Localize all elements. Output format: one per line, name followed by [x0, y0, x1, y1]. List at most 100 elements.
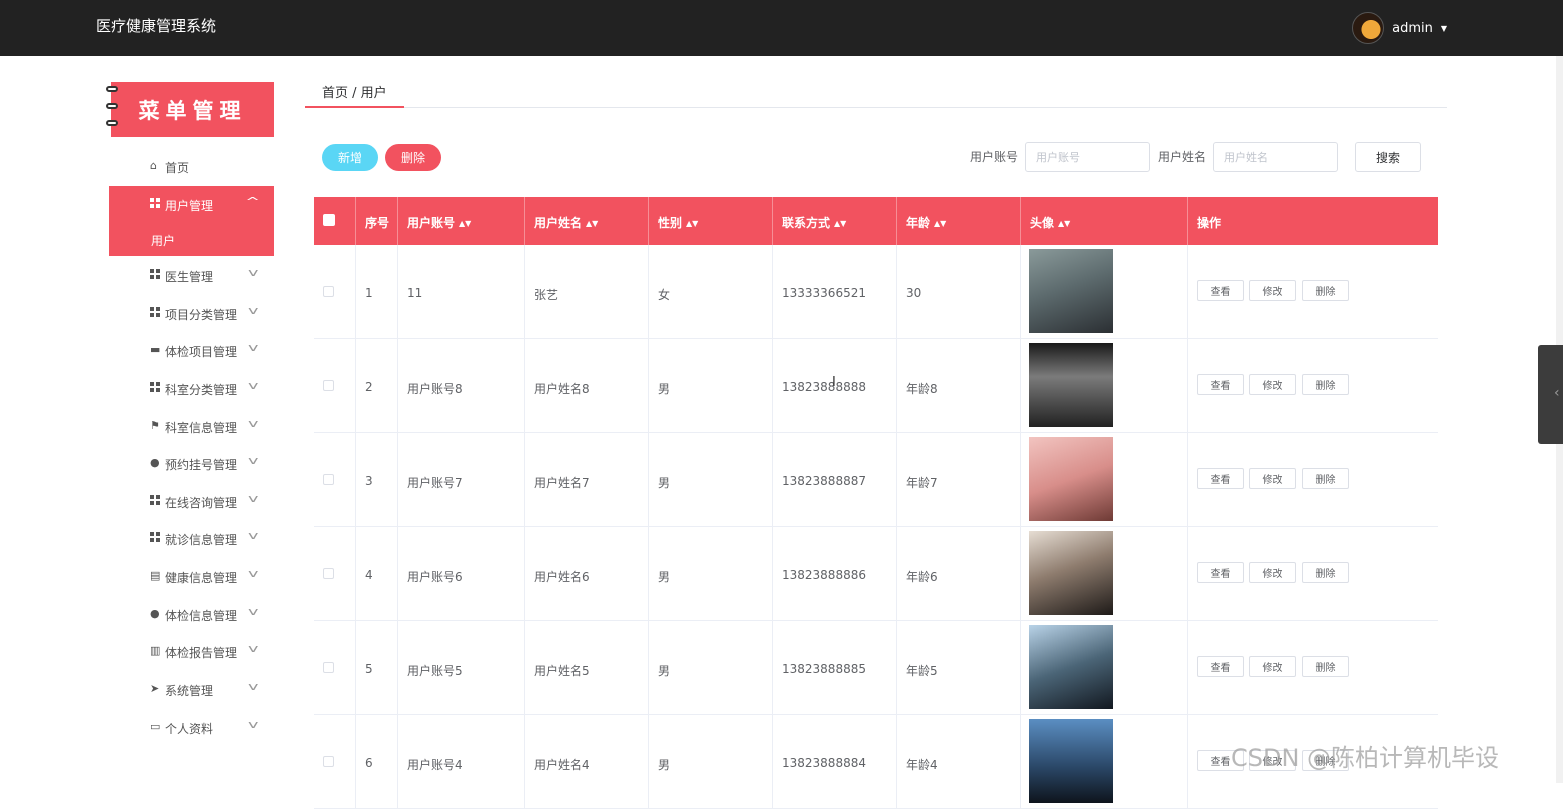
user-photo[interactable]	[1029, 719, 1113, 803]
sort-icon[interactable]: ▲▼	[934, 219, 946, 228]
sidebar-item-1[interactable]: 用户管理 ^	[109, 186, 274, 222]
user-photo[interactable]	[1029, 249, 1113, 333]
row-checkbox[interactable]	[323, 568, 334, 579]
col-name[interactable]: 用户姓名 ▲▼	[525, 197, 649, 245]
user-photo[interactable]	[1029, 531, 1113, 615]
view-button[interactable]: 查看	[1197, 468, 1244, 489]
cell-account: 用户账号5	[398, 621, 525, 715]
sidebar-item-5[interactable]: 科室分类管理 v	[109, 370, 274, 408]
sort-icon[interactable]: ▲▼	[834, 219, 846, 228]
row-checkbox[interactable]	[323, 286, 334, 297]
table-header: 序号 用户账号 ▲▼ 用户姓名 ▲▼ 性别 ▲▼ 联系方式 ▲▼ 年龄 ▲▼ 头像 ▲▼ 操…	[314, 197, 1438, 245]
edit-button[interactable]: 修改	[1249, 562, 1296, 583]
chevron-down-icon[interactable]: v	[249, 379, 259, 392]
sidebar-item-label: 个人资料	[165, 722, 214, 736]
col-account[interactable]: 用户账号 ▲▼	[398, 197, 525, 245]
sidebar-item-14[interactable]: ▭ 个人资料 v	[109, 709, 274, 747]
view-button[interactable]: 查看	[1197, 374, 1244, 395]
row-checkbox[interactable]	[323, 380, 334, 391]
chevron-left-icon[interactable]: ‹	[1554, 385, 1560, 401]
sidebar-subitem-user[interactable]: 用户	[109, 221, 274, 256]
sort-icon[interactable]: ▲▼	[586, 219, 598, 228]
row-checkbox-cell	[314, 433, 356, 527]
sort-icon[interactable]: ▲▼	[686, 219, 698, 228]
user-name[interactable]: admin	[1392, 21, 1433, 36]
sidebar-item-2[interactable]: 医生管理 v	[109, 257, 274, 295]
row-checkbox[interactable]	[323, 756, 334, 767]
sidebar-item-12[interactable]: ▥ 体检报告管理 v	[109, 633, 274, 671]
search-button[interactable]: 搜索	[1355, 142, 1421, 172]
sidebar-item-3[interactable]: 项目分类管理 v	[109, 295, 274, 333]
sidebar-item-13[interactable]: ➤ 系统管理 v	[109, 671, 274, 709]
card-icon: ▭	[150, 720, 161, 733]
chevron-down-icon[interactable]: v	[249, 304, 259, 317]
user-menu[interactable]: admin ▼	[1352, 12, 1447, 44]
side-panel-handle[interactable]: ‹	[1538, 345, 1563, 444]
sort-icon[interactable]: ▲▼	[1058, 219, 1070, 228]
delete-row-button[interactable]: 删除	[1302, 656, 1349, 677]
table-row: 2 用户账号8 用户姓名8 男 13823888888 年龄8 查看 修改 删除	[314, 339, 1438, 433]
view-button[interactable]: 查看	[1197, 280, 1244, 301]
edit-button[interactable]: 修改	[1249, 468, 1296, 489]
chevron-down-icon[interactable]: v	[249, 567, 259, 580]
chevron-down-icon[interactable]: v	[249, 492, 259, 505]
chevron-down-icon[interactable]: v	[249, 718, 259, 731]
chevron-down-icon[interactable]: v	[249, 417, 259, 430]
delete-button[interactable]: 删除	[385, 144, 441, 171]
view-button[interactable]: 查看	[1197, 562, 1244, 583]
table-row: 1 11 张艺女 13333366521 30 查看 修改 删除	[314, 245, 1438, 339]
select-all-checkbox[interactable]	[314, 197, 356, 245]
chevron-down-icon[interactable]: v	[249, 605, 259, 618]
grid-icon	[150, 269, 161, 280]
avatar-cell	[1021, 433, 1188, 527]
delete-row-button[interactable]: 删除	[1302, 562, 1349, 583]
row-checkbox-cell	[314, 527, 356, 621]
sidebar-item-7[interactable]: ● 预约挂号管理 v	[109, 445, 274, 483]
text-cursor-icon: I	[832, 375, 836, 390]
chevron-down-icon[interactable]: v	[249, 341, 259, 354]
chevron-down-icon[interactable]: v	[249, 529, 259, 542]
sort-icon[interactable]: ▲▼	[459, 219, 471, 228]
user-avatar[interactable]	[1352, 12, 1385, 44]
sidebar-item-9[interactable]: 就诊信息管理 v	[109, 520, 274, 558]
col-age[interactable]: 年龄 ▲▼	[897, 197, 1021, 245]
sidebar-item-label: 就诊信息管理	[165, 533, 238, 547]
sidebar-item-10[interactable]: ▤ 健康信息管理 v	[109, 558, 274, 596]
sidebar-item-8[interactable]: 在线咨询管理 v	[109, 483, 274, 521]
col-actions: 操作	[1197, 216, 1222, 230]
col-phone[interactable]: 联系方式 ▲▼	[773, 197, 897, 245]
edit-button[interactable]: 修改	[1249, 280, 1296, 301]
chevron-down-icon[interactable]: v	[249, 454, 259, 467]
chevron-down-icon[interactable]: v	[249, 266, 259, 279]
sidebar-item-6[interactable]: ⚑ 科室信息管理 v	[109, 408, 274, 446]
cell-index: 4	[356, 527, 398, 621]
col-avatar[interactable]: 头像 ▲▼	[1021, 197, 1188, 245]
sidebar-item-11[interactable]: ● 体检信息管理 v	[109, 596, 274, 634]
chevron-down-icon[interactable]: v	[249, 642, 259, 655]
name-search-input[interactable]	[1213, 142, 1338, 172]
table-row: 4 用户账号6 用户姓名6 男 13823888886 年龄6 查看 修改 删除	[314, 527, 1438, 621]
delete-row-button[interactable]: 删除	[1302, 468, 1349, 489]
sidebar-item-label: 项目分类管理	[165, 308, 238, 322]
caret-down-icon[interactable]: ▼	[1441, 24, 1447, 33]
chevron-up-icon[interactable]: ^	[245, 195, 260, 208]
cell-age: 年龄5	[897, 621, 1021, 715]
delete-row-button[interactable]: 删除	[1302, 374, 1349, 395]
row-checkbox[interactable]	[323, 662, 334, 673]
breadcrumb-tab[interactable]: 首页 / 用户	[305, 80, 404, 108]
delete-row-button[interactable]: 删除	[1302, 280, 1349, 301]
account-search-input[interactable]	[1025, 142, 1150, 172]
sidebar-item-4[interactable]: ▬ 体检项目管理 v	[109, 332, 274, 370]
edit-button[interactable]: 修改	[1249, 656, 1296, 677]
add-button[interactable]: 新增	[322, 144, 378, 171]
chevron-down-icon[interactable]: v	[249, 680, 259, 693]
user-photo[interactable]	[1029, 343, 1113, 427]
user-photo[interactable]	[1029, 625, 1113, 709]
row-checkbox[interactable]	[323, 474, 334, 485]
col-gender[interactable]: 性别 ▲▼	[649, 197, 773, 245]
clipboard-icon: ▤	[150, 569, 161, 582]
sidebar-item-0[interactable]: ⌂ 首页	[109, 148, 274, 186]
view-button[interactable]: 查看	[1197, 656, 1244, 677]
user-photo[interactable]	[1029, 437, 1113, 521]
edit-button[interactable]: 修改	[1249, 374, 1296, 395]
